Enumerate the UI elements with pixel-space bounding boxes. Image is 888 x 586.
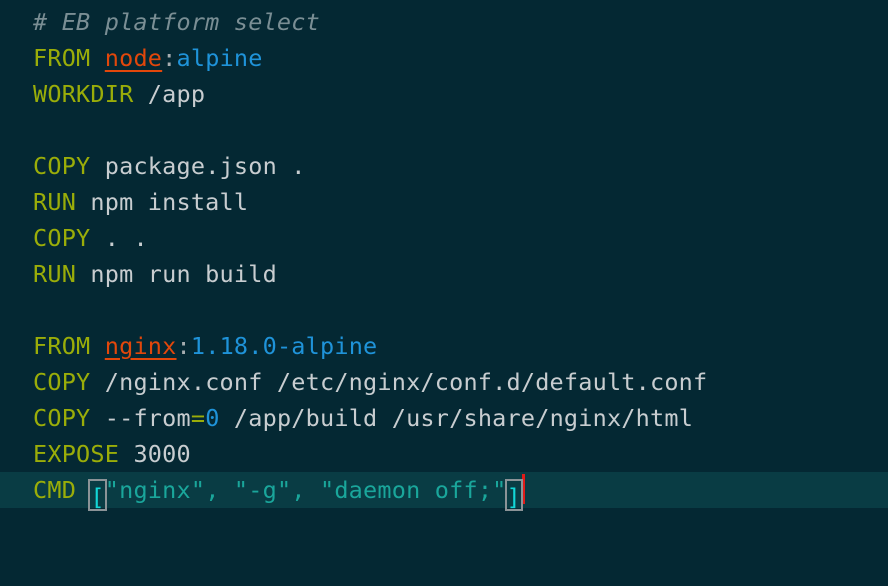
code-token-keyword: COPY — [33, 368, 91, 396]
code-line[interactable] — [0, 544, 888, 580]
code-token-tag: alpine — [176, 44, 263, 72]
code-token-plain: --from — [90, 404, 191, 432]
code-line[interactable]: RUN npm install — [0, 184, 888, 220]
code-token-plain: npm run build — [76, 260, 277, 288]
code-token-image: nginx — [104, 332, 177, 360]
code-token-plain: npm install — [76, 188, 249, 216]
code-line[interactable] — [0, 508, 888, 544]
code-token-plain: /app/build /usr/share/nginx/html — [219, 404, 694, 432]
matching-bracket-highlight: ] — [504, 479, 523, 511]
code-line[interactable] — [0, 112, 888, 148]
code-line[interactable]: RUN npm run build — [0, 256, 888, 292]
code-token-comment: # EB platform select — [33, 8, 320, 36]
code-line[interactable]: FROM node:alpine — [0, 40, 888, 76]
code-token-keyword: = — [190, 404, 206, 432]
code-line[interactable]: FROM nginx:1.18.0-alpine — [0, 328, 888, 364]
code-token-keyword: EXPOSE — [33, 440, 120, 468]
code-token-plain: 3000 — [119, 440, 191, 468]
code-token-plain: /nginx.conf /etc/nginx/conf.d/default.co… — [90, 368, 708, 396]
code-token-keyword: RUN — [33, 260, 77, 288]
code-token-punct: : — [176, 332, 191, 360]
code-token-plain: package.json . — [90, 152, 306, 180]
code-token-number: 0 — [205, 404, 220, 432]
code-line[interactable]: EXPOSE 3000 — [0, 436, 888, 472]
matching-bracket-highlight: [ — [88, 479, 107, 511]
code-token-image: node — [104, 44, 163, 72]
code-token-plain: . . — [90, 224, 148, 252]
code-line[interactable]: # EB platform select — [0, 4, 888, 40]
code-line[interactable]: COPY /nginx.conf /etc/nginx/conf.d/defau… — [0, 364, 888, 400]
code-token-keyword: RUN — [33, 188, 77, 216]
code-token-keyword: COPY — [33, 152, 91, 180]
code-line[interactable]: COPY --from=0 /app/build /usr/share/ngin… — [0, 400, 888, 436]
code-token-keyword: FROM — [33, 44, 91, 72]
code-token-string: "nginx", "-g", "daemon off;" — [104, 476, 507, 504]
code-token-keyword: FROM — [33, 332, 91, 360]
code-line[interactable] — [0, 292, 888, 328]
code-text-area[interactable]: # EB platform select FROM node:alpine WORK… — [0, 4, 888, 580]
code-token-keyword: WORKDIR — [33, 80, 134, 108]
code-line[interactable]: COPY . . — [0, 220, 888, 256]
code-token-keyword: COPY — [33, 404, 91, 432]
code-line-current[interactable]: CMD ["nginx", "-g", "daemon off;"] — [0, 472, 888, 511]
code-token-tag: 1.18.0-alpine — [190, 332, 378, 360]
code-token-plain: /app — [133, 80, 206, 108]
code-token-punct: : — [162, 44, 177, 72]
code-editor-pane[interactable]: # EB platform select FROM node:alpine WORK… — [0, 0, 888, 586]
code-token-keyword: CMD — [33, 476, 77, 504]
code-line[interactable]: COPY package.json . — [0, 148, 888, 184]
code-line[interactable]: WORKDIR /app — [0, 76, 888, 112]
code-token-keyword: COPY — [33, 224, 91, 252]
